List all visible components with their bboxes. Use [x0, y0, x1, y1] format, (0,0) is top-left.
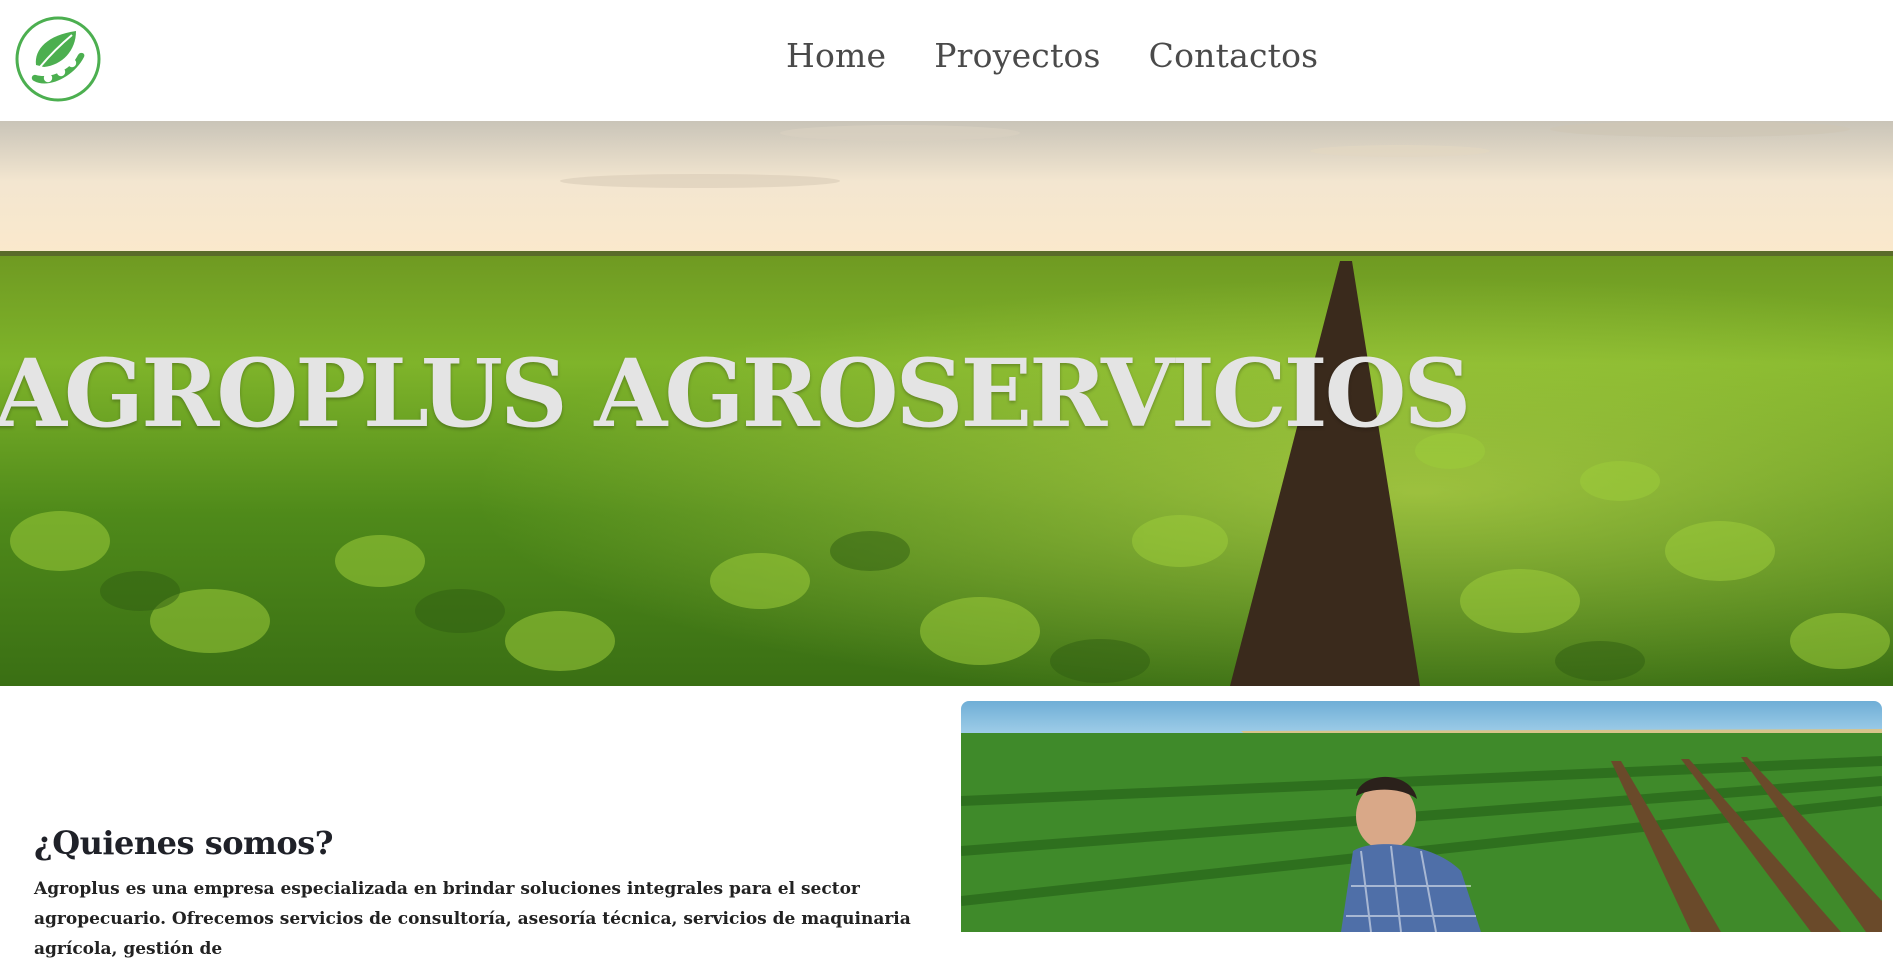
nav-proyectos-link[interactable]: Proyectos	[934, 36, 1100, 75]
site-header: Home Proyectos Contactos	[0, 0, 1893, 121]
agroplus-logo-icon[interactable]	[14, 15, 102, 103]
about-body: Agroplus es una empresa especializada en…	[34, 879, 911, 959]
nav-contactos-link[interactable]: Contactos	[1149, 36, 1319, 75]
hero-banner: AGROPLUS AGROSERVICIOS	[0, 121, 1893, 686]
nav-home-link[interactable]: Home	[786, 36, 886, 75]
about-title: ¿Quienes somos?	[34, 824, 334, 862]
hero-title: AGROPLUS AGROSERVICIOS	[0, 339, 1471, 449]
about-text-block: ¿Quienes somos? Agroplus es una empresa …	[34, 824, 914, 964]
farmer-field-photo	[961, 701, 1882, 932]
main-nav: Home Proyectos Contactos	[786, 36, 1318, 75]
